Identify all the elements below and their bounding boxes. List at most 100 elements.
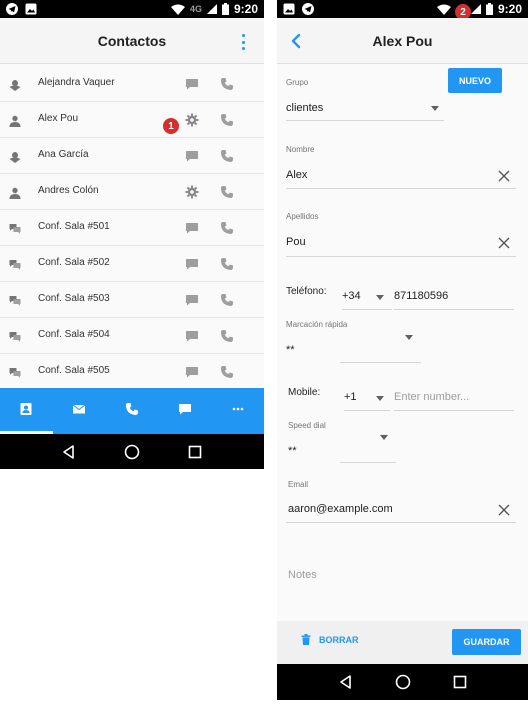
group-underline: [286, 120, 444, 121]
group-select[interactable]: clientes: [286, 102, 323, 114]
page-title: Alex Pou: [372, 32, 433, 49]
contact-row[interactable]: Conf. Sala #503: [0, 282, 264, 318]
chat-icon[interactable]: [185, 149, 199, 163]
gear-icon[interactable]: [185, 185, 199, 199]
mobile-number-input[interactable]: Enter number...: [394, 391, 469, 403]
chat-icon[interactable]: [185, 257, 199, 271]
phone-icon[interactable]: [220, 113, 234, 127]
tab-chat[interactable]: [158, 388, 211, 434]
phone-icon[interactable]: [220, 329, 234, 343]
group-icon: [9, 150, 21, 163]
conference-icon: [9, 222, 21, 234]
chat-icon: [178, 402, 192, 421]
contacts-screen: 4G 9:20 Contactos Alejandra Vaquer Alex P…: [0, 0, 264, 469]
status-time: 9:20: [233, 2, 258, 16]
contact-name: Conf. Sala #504: [38, 329, 110, 340]
contact-row[interactable]: Conf. Sala #502: [0, 246, 264, 282]
contact-row[interactable]: Alejandra Vaquer: [0, 66, 264, 102]
tab-more[interactable]: [211, 388, 264, 434]
contact-row[interactable]: Conf. Sala #501: [0, 210, 264, 246]
back-nav-icon[interactable]: [59, 442, 79, 462]
conference-icon: [9, 366, 21, 378]
phone-icon[interactable]: [220, 77, 234, 91]
delete-button[interactable]: BORRAR: [301, 634, 359, 645]
conference-icon: [9, 294, 21, 306]
mail-icon: [72, 402, 86, 421]
back-nav-icon[interactable]: [336, 672, 356, 692]
system-nav-bar: [277, 664, 528, 700]
phone-icon[interactable]: [220, 293, 234, 307]
phone-icon[interactable]: [220, 185, 234, 199]
phone-icon[interactable]: [220, 221, 234, 235]
notes-input[interactable]: Notes: [288, 569, 317, 581]
person-icon: [9, 186, 21, 199]
battery-icon: [485, 3, 493, 15]
network-type: 4G: [189, 4, 202, 14]
speed-dial-arrow-2[interactable]: [380, 435, 388, 440]
email-input[interactable]: aaron@example.com: [288, 503, 393, 515]
first-name-input[interactable]: Alex: [286, 169, 307, 181]
mobile-prefix-arrow[interactable]: [376, 396, 384, 401]
group-label: Grupo: [286, 78, 309, 87]
wifi-icon: [436, 4, 451, 15]
tab-phone[interactable]: [106, 388, 159, 434]
signal-icon: [470, 4, 481, 14]
battery-icon: [221, 3, 229, 15]
mobile-prefix-select[interactable]: +1: [344, 391, 357, 403]
gear-icon[interactable]: [185, 113, 199, 127]
phone-prefix-select[interactable]: +34: [342, 290, 361, 302]
contact-row[interactable]: Ana García: [0, 138, 264, 174]
contact-name: Andres Colón: [38, 185, 99, 196]
person-icon: [9, 114, 21, 127]
email-underline: [286, 522, 516, 523]
save-button[interactable]: GUARDAR: [452, 629, 521, 655]
chat-icon[interactable]: [185, 77, 199, 91]
speed-dial-underline-1: [340, 362, 421, 363]
chat-icon[interactable]: [185, 329, 199, 343]
conference-icon: [9, 330, 21, 342]
clear-first-name-icon[interactable]: [497, 169, 511, 183]
phone-icon[interactable]: [220, 257, 234, 271]
contact-name: Alejandra Vaquer: [38, 77, 115, 88]
contact-row[interactable]: Alex Pou: [0, 102, 264, 138]
speed-dial-select-2[interactable]: **: [288, 445, 297, 457]
phone-prefix-underline: [342, 309, 392, 310]
recents-nav-icon[interactable]: [450, 672, 470, 692]
wifi-icon: [170, 4, 185, 15]
home-nav-icon[interactable]: [122, 442, 142, 462]
phone-number-input[interactable]: 871180596: [394, 290, 448, 302]
group-dropdown-arrow[interactable]: [431, 106, 439, 111]
tab-mail[interactable]: [53, 388, 106, 434]
contact-row[interactable]: Conf. Sala #504: [0, 318, 264, 354]
phone-number-underline: [394, 309, 514, 310]
speed-dial-arrow-1[interactable]: [405, 335, 413, 340]
phone-prefix-arrow[interactable]: [376, 295, 384, 300]
last-name-underline: [286, 256, 516, 257]
contact-row[interactable]: Andres Colón: [0, 174, 264, 210]
contact-name: Conf. Sala #502: [38, 257, 110, 268]
clear-last-name-icon[interactable]: [497, 236, 511, 250]
chat-icon[interactable]: [185, 221, 199, 235]
speed-dial-label-1: Marcación rápida: [286, 320, 348, 329]
last-name-input[interactable]: Pou: [286, 236, 306, 248]
chat-icon[interactable]: [185, 365, 199, 379]
first-name-label: Nombre: [286, 145, 315, 154]
contact-name: Conf. Sala #503: [38, 293, 110, 304]
page-title: Contactos: [97, 32, 167, 49]
overflow-menu-icon[interactable]: [240, 34, 246, 50]
back-arrow-icon[interactable]: [285, 30, 307, 52]
speed-dial-select-1[interactable]: **: [286, 344, 295, 356]
new-group-button[interactable]: NUEVO: [448, 68, 502, 93]
recents-nav-icon[interactable]: [185, 442, 205, 462]
app-bar: Alex Pou: [277, 18, 528, 64]
clear-email-icon[interactable]: [497, 503, 511, 517]
home-nav-icon[interactable]: [393, 672, 413, 692]
phone-icon[interactable]: [220, 149, 234, 163]
phone-icon[interactable]: [220, 365, 234, 379]
contact-row[interactable]: Conf. Sala #505: [0, 354, 264, 390]
phone-icon: [125, 402, 139, 421]
tab-contacts[interactable]: [0, 388, 53, 434]
mobile-prefix-underline: [344, 410, 390, 411]
chat-icon[interactable]: [185, 293, 199, 307]
speed-dial-underline-2: [340, 462, 396, 463]
